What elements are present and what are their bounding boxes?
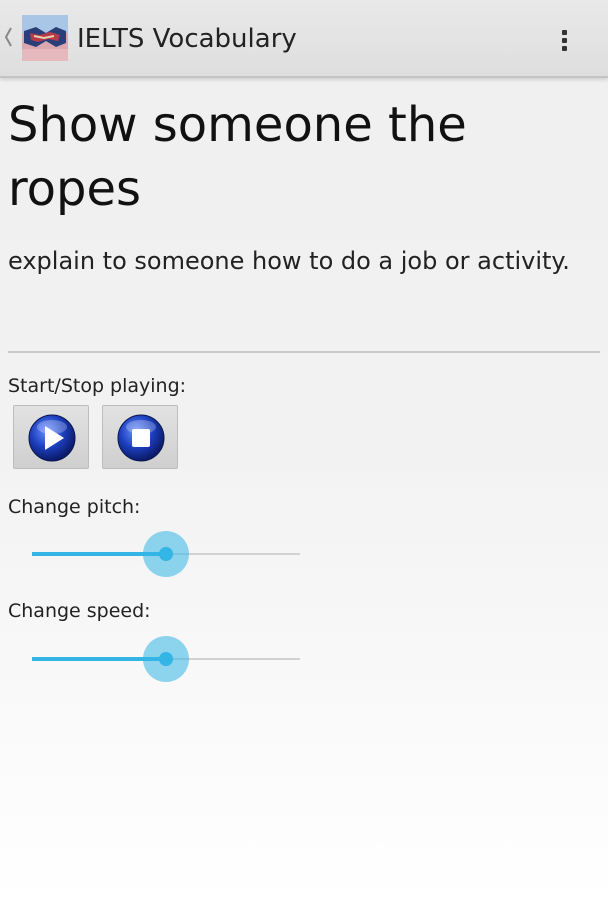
- speed-label: Change speed:: [8, 600, 151, 622]
- play-icon: [28, 414, 76, 462]
- headword: Show someone the ropes: [8, 97, 467, 217]
- divider: [8, 351, 600, 353]
- handshake-icon[interactable]: [22, 15, 68, 61]
- speed-slider[interactable]: [32, 635, 300, 683]
- definition: explain to someone how to do a job or ac…: [8, 247, 570, 275]
- playback-label: Start/Stop playing:: [8, 375, 187, 397]
- vertical-dots-icon[interactable]: [540, 14, 588, 62]
- pitch-label: Change pitch:: [8, 496, 141, 518]
- app-title: IELTS Vocabulary: [77, 24, 297, 54]
- stop-icon: [117, 414, 165, 462]
- stop-button[interactable]: [102, 405, 178, 469]
- play-button[interactable]: [13, 405, 89, 469]
- pitch-slider-thumb-center: [159, 547, 173, 561]
- pitch-slider[interactable]: [32, 530, 300, 578]
- chevron-left-icon[interactable]: [4, 26, 12, 48]
- action-bar: IELTS Vocabulary: [0, 0, 608, 78]
- speed-slider-thumb-center: [159, 652, 173, 666]
